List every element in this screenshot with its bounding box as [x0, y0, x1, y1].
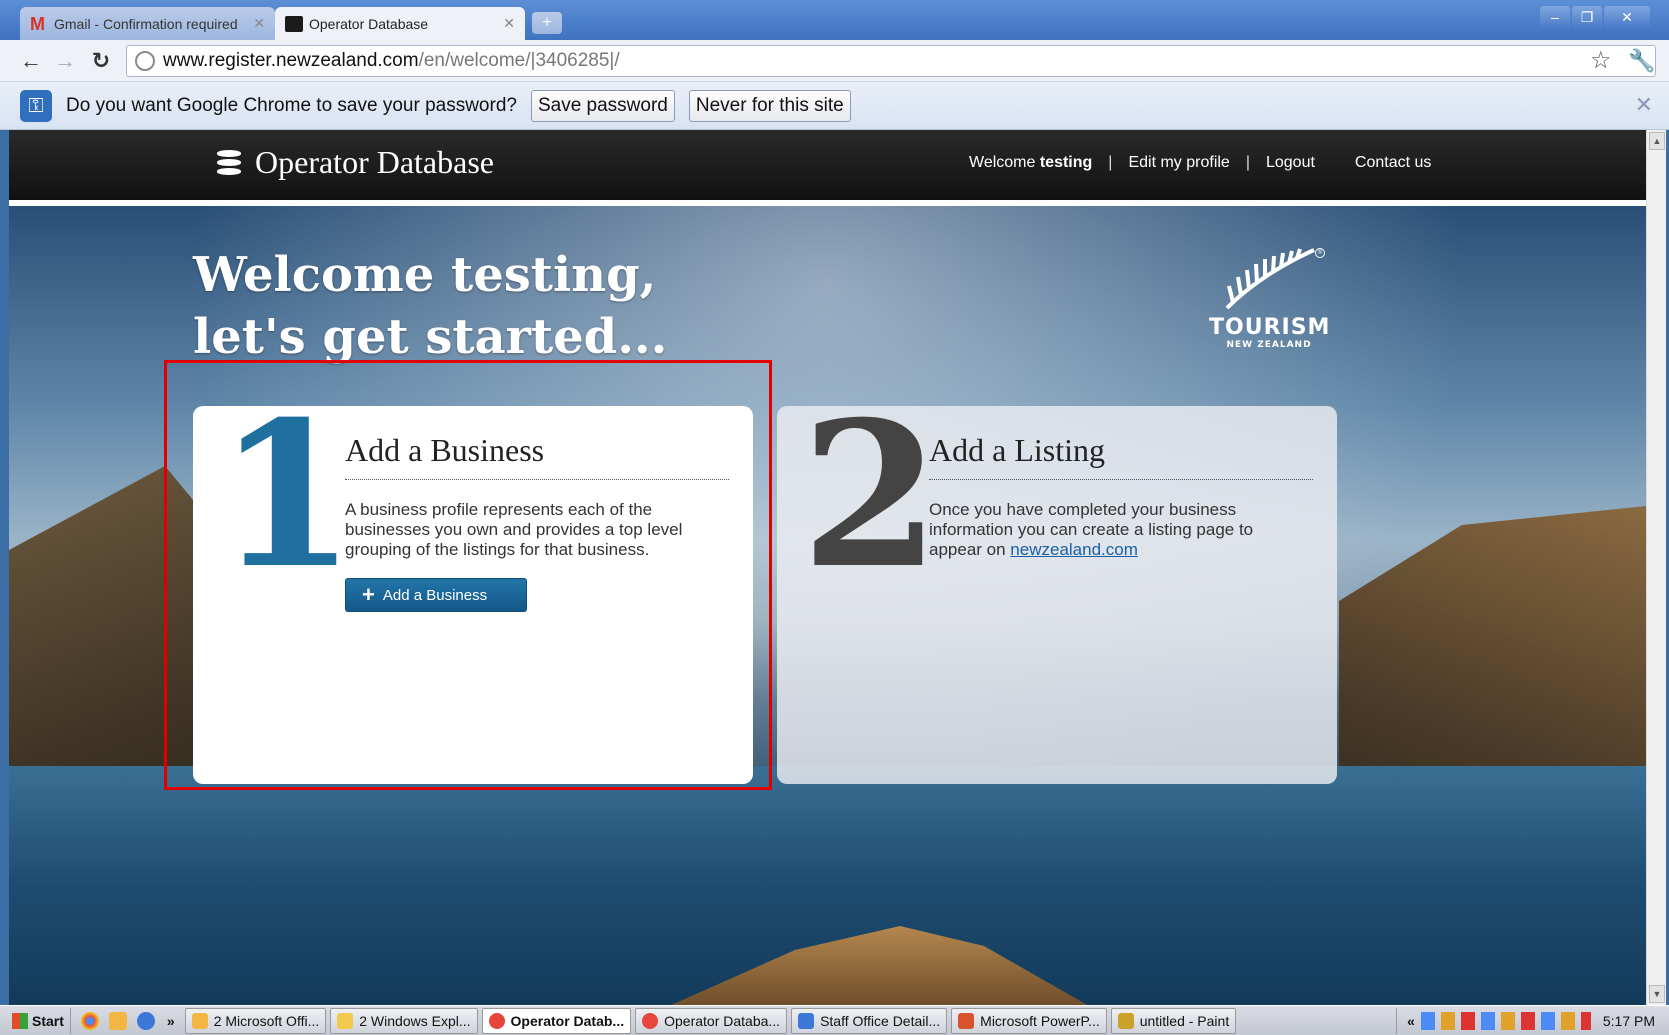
site-favicon-icon — [285, 15, 303, 32]
url-path: /en/welcome/|3406285|/ — [418, 50, 620, 71]
chrome-icon — [488, 1012, 505, 1029]
office-icon — [191, 1012, 208, 1029]
maximize-button[interactable]: ❐ — [1572, 6, 1602, 28]
paint-icon — [1117, 1012, 1134, 1029]
task-label: Operator Databa... — [664, 1012, 781, 1029]
tourism-nz-logo: TOURISM NEW ZEALAND ® — [1209, 246, 1329, 376]
clock[interactable]: 5:17 PM — [1603, 1013, 1655, 1029]
tray-chevron[interactable]: « — [1407, 1013, 1415, 1029]
top-nav: Welcome testing | Edit my profile | Logo… — [969, 154, 1431, 172]
address-bar[interactable]: www.register.newzealand.com /en/welcome/… — [126, 45, 1656, 77]
red-highlight-box — [164, 360, 772, 790]
gmail-icon: M — [30, 13, 45, 34]
step-number: 2 — [801, 378, 941, 613]
edit-profile-link[interactable]: Edit my profile — [1128, 154, 1229, 172]
window-close-button[interactable]: ✕ — [1604, 6, 1650, 28]
browser-titlebar: M Gmail - Confirmation required ✕ Operat… — [0, 0, 1669, 40]
tab-title: Operator Database — [309, 15, 429, 32]
close-icon[interactable]: ✕ — [1635, 92, 1653, 118]
new-tab-button[interactable]: + — [532, 12, 562, 34]
taskbar-item[interactable]: Staff Office Detail... — [791, 1007, 948, 1034]
card-title: Add a Listing — [929, 432, 1313, 480]
registered-mark: ® — [1315, 248, 1325, 258]
start-button[interactable]: Start — [6, 1007, 71, 1034]
taskbar-item[interactable]: Microsoft PowerP... — [951, 1007, 1107, 1034]
hero-title-line-1: Welcome testing, — [193, 247, 657, 303]
username: testing — [1039, 154, 1093, 171]
scroll-up-icon[interactable]: ▲ — [1649, 132, 1665, 150]
browser-toolbar: ← → ↻ www.register.newzealand.com /en/we… — [0, 40, 1669, 82]
task-label: Staff Office Detail... — [820, 1012, 941, 1029]
ie-icon — [798, 1012, 815, 1029]
vertical-scrollbar[interactable]: ▲ ▼ — [1646, 130, 1666, 1005]
taskbar-item[interactable]: 2 Windows Expl... — [330, 1007, 478, 1034]
logo-sub-text: NEW ZEALAND — [1226, 340, 1312, 350]
url-host: www.register.newzealand.com — [163, 50, 419, 71]
quicklaunch-more[interactable]: » — [167, 1013, 175, 1029]
taskbar-item[interactable]: untitled - Paint — [1110, 1007, 1237, 1034]
nav-separator: | — [1245, 154, 1250, 171]
task-label: 2 Windows Expl... — [359, 1012, 471, 1029]
welcome-prefix: Welcome — [969, 154, 1036, 171]
welcome-text: Welcome testing — [969, 154, 1092, 172]
taskbar-item[interactable]: 2 Microsoft Offi... — [184, 1007, 327, 1034]
mail-icon[interactable] — [108, 1011, 127, 1030]
site-header: Operator Database Welcome testing | Edit… — [9, 130, 1646, 200]
task-label: 2 Microsoft Offi... — [213, 1012, 320, 1029]
system-tray: « 5:17 PM — [1396, 1007, 1669, 1034]
hero-title-line-2: let's get started... — [193, 309, 668, 365]
logout-link[interactable]: Logout — [1266, 154, 1315, 172]
ie-icon[interactable] — [136, 1011, 155, 1030]
add-listing-card: 2 Add a Listing Once you have completed … — [777, 396, 1337, 784]
forward-arrow-icon[interactable]: → — [52, 48, 78, 74]
windows-taskbar: Start » 2 Microsoft Offi... 2 Windows Ex… — [0, 1005, 1669, 1035]
globe-icon — [135, 51, 155, 71]
task-label: untitled - Paint — [1139, 1012, 1230, 1029]
close-icon[interactable]: ✕ — [503, 15, 515, 32]
folder-icon — [337, 1012, 354, 1029]
wrench-icon[interactable]: 🔧 — [1628, 48, 1655, 74]
taskbar-item[interactable]: Operator Datab... — [481, 1007, 632, 1034]
password-infobar: ⚿ Do you want Google Chrome to save your… — [0, 82, 1669, 130]
brand-name: Operator Database — [255, 144, 494, 180]
back-arrow-icon[interactable]: ← — [18, 48, 44, 74]
task-label: Operator Datab... — [510, 1012, 625, 1029]
database-icon — [217, 149, 241, 177]
fern-icon — [1225, 248, 1315, 310]
tray-icons[interactable] — [1420, 1011, 1591, 1030]
nav-separator: | — [1108, 154, 1113, 171]
minimize-button[interactable]: – — [1540, 6, 1570, 28]
tab-title: Gmail - Confirmation required — [54, 15, 238, 32]
infobar-text: Do you want Google Chrome to save your p… — [66, 94, 517, 116]
newzealand-link[interactable]: newzealand.com — [1010, 540, 1138, 559]
key-icon: ⚿ — [20, 89, 52, 122]
powerpoint-icon — [958, 1012, 975, 1029]
contact-us-link[interactable]: Contact us — [1355, 154, 1431, 172]
save-password-button[interactable]: Save password — [530, 89, 675, 122]
chrome-icon[interactable] — [80, 1011, 99, 1030]
hero-title: Welcome testing, let's get started... — [193, 244, 667, 368]
chrome-icon — [642, 1012, 659, 1029]
tab-gmail[interactable]: M Gmail - Confirmation required ✕ — [20, 7, 275, 40]
site-brand[interactable]: Operator Database — [217, 144, 494, 181]
card-description: Once you have completed your business in… — [929, 500, 1309, 560]
never-for-this-site-button[interactable]: Never for this site — [688, 89, 851, 122]
close-icon[interactable]: ✕ — [253, 15, 265, 32]
windows-flag-icon — [12, 1012, 28, 1029]
scroll-down-icon[interactable]: ▼ — [1649, 985, 1665, 1003]
taskbar-item[interactable]: Operator Databa... — [635, 1007, 788, 1034]
task-label: Microsoft PowerP... — [980, 1012, 1100, 1029]
bookmark-star-icon[interactable]: ☆ — [1590, 48, 1612, 74]
tab-operator-database[interactable]: Operator Database ✕ — [275, 7, 525, 40]
start-label: Start — [32, 1012, 64, 1029]
logo-main-text: TOURISM — [1209, 315, 1331, 340]
reload-icon[interactable]: ↻ — [88, 48, 114, 74]
